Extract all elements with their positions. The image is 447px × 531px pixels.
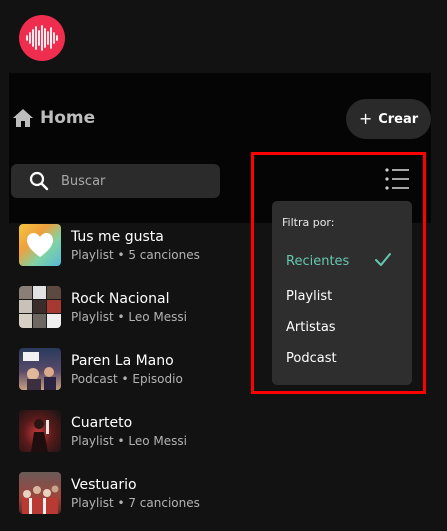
item-title: Vestuario [71,476,137,493]
cuarteto-thumbnail [19,410,61,452]
search-input[interactable]: Buscar [11,164,220,198]
performer-image [31,419,49,452]
rock-nacional-thumbnail [19,286,61,328]
item-subtitle: Playlist • Leo Messi [71,433,187,448]
heart-icon [27,233,53,257]
search-placeholder: Buscar [61,173,106,189]
item-subtitle: Playlist • Leo Messi [71,309,187,324]
list-item[interactable]: Cuarteto Playlist • Leo Messi [19,410,259,452]
plus-icon: + [358,109,373,128]
podcast-cover-image [23,352,56,390]
list-item[interactable]: Vestuario Playlist • 7 canciones [19,472,259,514]
list-item[interactable]: Rock Nacional Playlist • Leo Messi [19,286,259,328]
home-label: Home [40,108,96,128]
collage-image [19,286,61,328]
item-title: Paren La Mano [71,352,174,369]
list-item[interactable]: Tus me gusta Playlist • 5 canciones [19,224,259,266]
liked-songs-thumbnail [19,224,61,266]
item-title: Rock Nacional [71,290,170,307]
create-label: Crear [378,111,419,127]
create-button[interactable]: + Crear [346,99,431,139]
highlight-box [251,152,426,394]
item-title: Cuarteto [71,414,133,431]
vestuario-thumbnail [19,472,61,514]
item-subtitle: Podcast • Episodio [71,371,183,386]
item-subtitle: Playlist • 7 canciones [71,495,200,510]
paren-la-mano-thumbnail [19,348,61,390]
crowd-image [22,485,59,514]
sound-wave-icon [26,25,58,51]
list-item[interactable]: Paren La Mano Podcast • Episodio [19,348,259,390]
search-icon [29,171,49,191]
home-icon [13,109,33,127]
item-subtitle: Playlist • 5 canciones [71,247,200,262]
app-logo[interactable] [19,15,65,61]
item-title: Tus me gusta [71,228,164,245]
home-link[interactable]: Home [12,108,95,128]
